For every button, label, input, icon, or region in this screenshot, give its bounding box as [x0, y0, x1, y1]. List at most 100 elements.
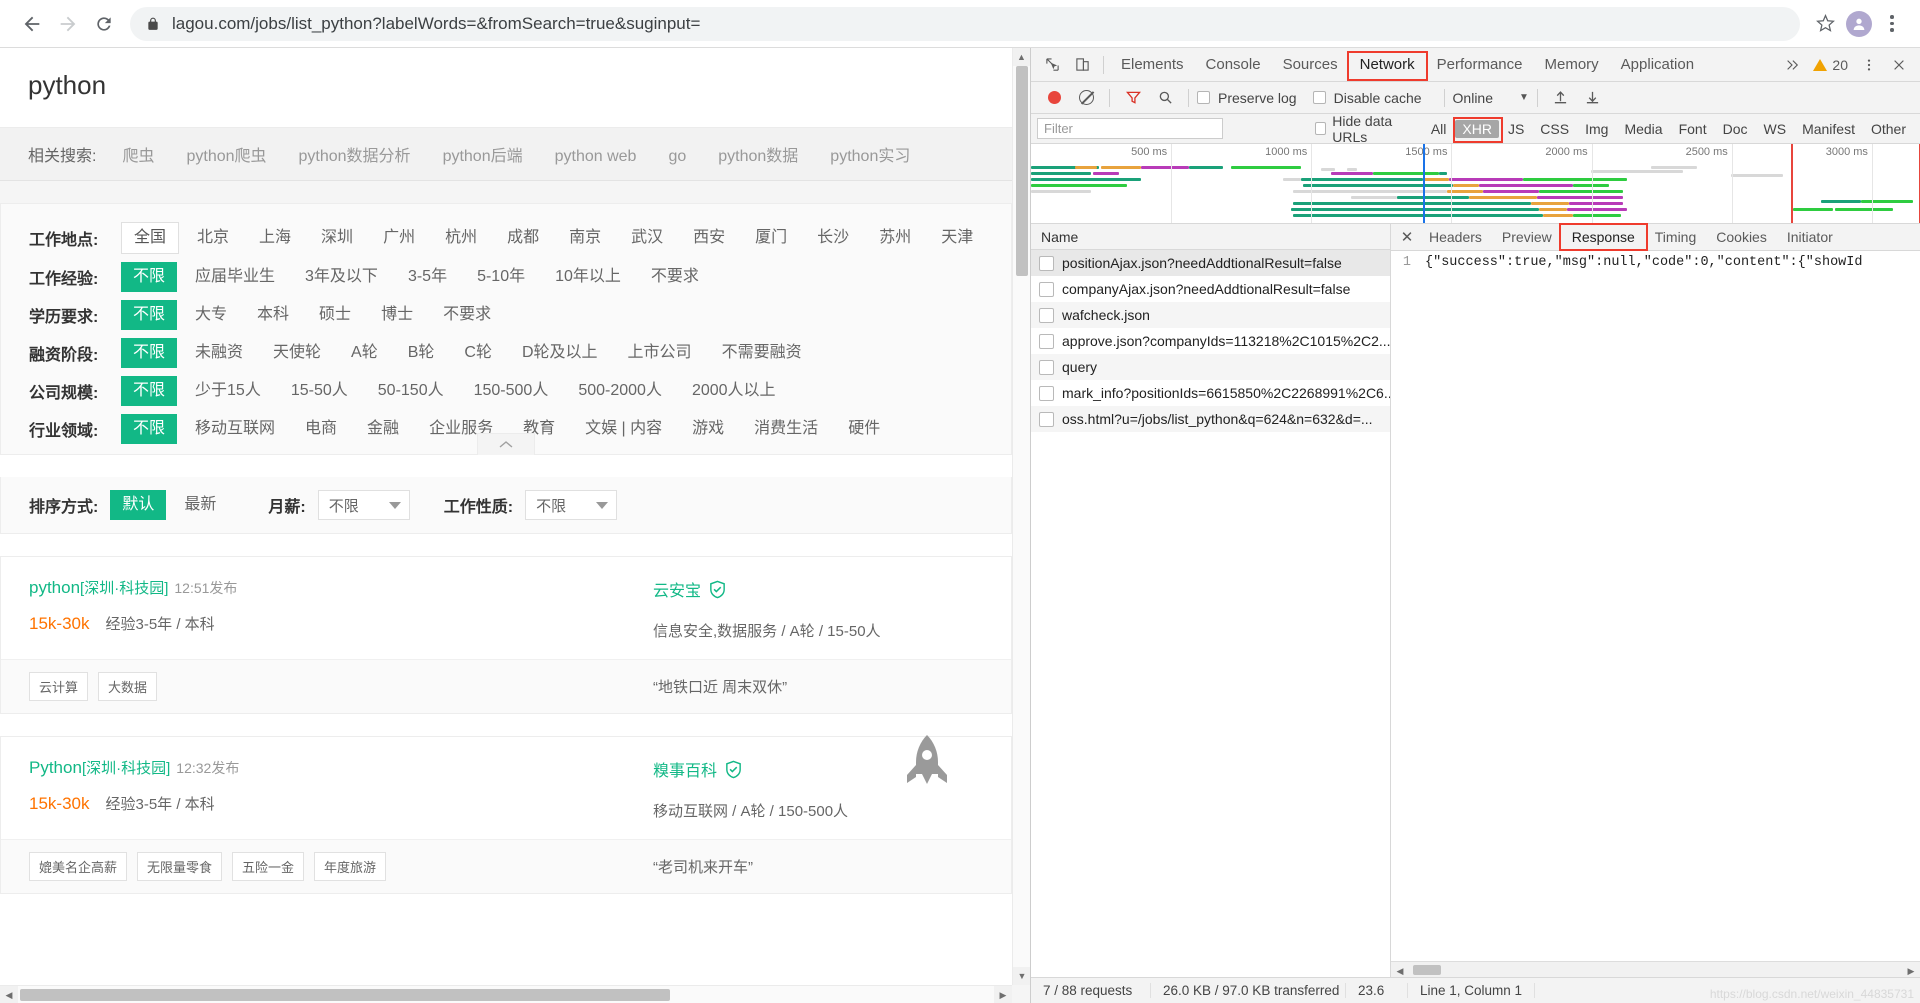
filter-funnel-icon[interactable] — [1118, 84, 1148, 112]
filter-chip[interactable]: 50-150人 — [366, 376, 456, 406]
filter-chip[interactable]: 长沙 — [805, 223, 861, 253]
detail-tab-cookies[interactable]: Cookies — [1706, 225, 1777, 250]
scroll-down-arrow-icon[interactable]: ▼ — [1013, 967, 1030, 985]
detail-tab-timing[interactable]: Timing — [1645, 225, 1707, 250]
request-checkbox-icon[interactable] — [1039, 281, 1054, 297]
company-name[interactable]: 糗事百科 — [653, 763, 717, 780]
request-checkbox-icon[interactable] — [1039, 385, 1054, 401]
filter-chip-selected[interactable]: 不限 — [121, 376, 178, 406]
filter-chip[interactable]: 深圳 — [309, 223, 365, 253]
filter-chip[interactable]: 未融资 — [183, 338, 255, 368]
resource-type-filter-other[interactable]: Other — [1864, 120, 1913, 138]
filter-chip[interactable]: 10年以上 — [543, 262, 633, 292]
request-row[interactable]: positionAjax.json?needAddtionalResult=fa… — [1031, 250, 1390, 276]
job-title[interactable]: Python — [29, 758, 82, 777]
disable-cache-checkbox[interactable] — [1312, 91, 1326, 104]
filter-chip[interactable]: 150-500人 — [462, 376, 561, 406]
filter-chip[interactable]: B轮 — [396, 338, 447, 368]
devtools-tab-network[interactable]: Network — [1349, 50, 1426, 80]
page-vertical-scrollbar[interactable]: ▲ ▼ — [1012, 48, 1030, 985]
filter-chip[interactable]: 成都 — [495, 223, 551, 253]
filter-chip[interactable]: 不要求 — [431, 300, 503, 330]
hide-data-urls-checkbox[interactable] — [1315, 122, 1327, 135]
devtools-tab-performance[interactable]: Performance — [1426, 50, 1534, 80]
filter-chip[interactable]: 硕士 — [307, 300, 363, 330]
network-waterfall-overview[interactable]: 500 ms 1000 ms 1500 ms 2000 ms 2500 ms 3000 m… — [1031, 144, 1920, 224]
filter-chip[interactable]: 天使轮 — [261, 338, 333, 368]
detail-tab-preview[interactable]: Preview — [1492, 225, 1562, 250]
filter-chip[interactable]: 广州 — [371, 223, 427, 253]
related-search-item[interactable]: python后端 — [443, 148, 523, 165]
request-row[interactable]: mark_info?positionIds=6615850%2C2268991%… — [1031, 380, 1390, 406]
throttle-select[interactable]: Online ▼ — [1453, 90, 1529, 106]
filter-input[interactable]: Filter — [1037, 118, 1224, 139]
back-arrow-icon[interactable] — [14, 6, 50, 42]
filter-chip[interactable]: 消费生活 — [742, 414, 830, 444]
job-card[interactable]: Python[深圳·科技园] 12:32发布 15k-30k 经验3-5年 / 本科 糗… — [0, 735, 1012, 894]
sort-newest-chip[interactable]: 最新 — [172, 490, 228, 520]
resource-type-filter-media[interactable]: Media — [1617, 120, 1669, 138]
scrollbar-thumb-horizontal[interactable] — [20, 989, 670, 1001]
scroll-right-arrow-icon[interactable]: ▶ — [994, 986, 1012, 1003]
resource-type-filter-ws[interactable]: WS — [1757, 120, 1794, 138]
request-row[interactable]: companyAjax.json?needAddtionalResult=fal… — [1031, 276, 1390, 302]
scrollbar-thumb-horizontal[interactable] — [1413, 965, 1441, 975]
star-icon[interactable] — [1810, 9, 1840, 39]
filter-chip-selected[interactable]: 全国 — [121, 222, 180, 254]
filter-chip-selected[interactable]: 不限 — [121, 338, 178, 368]
scroll-left-arrow-icon[interactable]: ◀ — [0, 986, 18, 1003]
job-card[interactable]: python[深圳·科技园] 12:51发布 15k-30k 经验3-5年 / 本科云… — [0, 556, 1012, 714]
devtools-tab-elements[interactable]: Elements — [1110, 50, 1195, 80]
filter-chip[interactable]: 游戏 — [680, 414, 736, 444]
filter-chip[interactable]: 上市公司 — [616, 338, 704, 368]
import-har-icon[interactable] — [1546, 84, 1576, 112]
filter-chip[interactable]: 少于15人 — [183, 376, 273, 406]
filter-chip[interactable]: 3-5年 — [396, 262, 459, 292]
filter-chip[interactable]: 3年及以下 — [293, 262, 390, 292]
resource-type-filter-xhr[interactable]: XHR — [1455, 119, 1499, 138]
kebab-menu-icon[interactable] — [1854, 51, 1884, 79]
filter-chip[interactable]: 不需要融资 — [710, 338, 814, 368]
filter-chip[interactable]: 博士 — [369, 300, 425, 330]
job-title[interactable]: python — [29, 578, 80, 597]
devtools-tab-application[interactable]: Application — [1610, 50, 1705, 80]
filter-chip[interactable]: 应届毕业生 — [183, 262, 287, 292]
request-checkbox-icon[interactable] — [1039, 255, 1054, 271]
filter-chip[interactable]: 本科 — [245, 300, 301, 330]
request-checkbox-icon[interactable] — [1039, 333, 1054, 349]
filter-chip[interactable]: 天津 — [929, 223, 985, 253]
filter-chip[interactable]: 2000人以上 — [680, 376, 788, 406]
response-body-view[interactable]: 1 {"success":true,"msg":null,"code":0,"c… — [1391, 251, 1920, 961]
filter-chip[interactable]: 苏州 — [867, 223, 923, 253]
reload-icon[interactable] — [86, 6, 122, 42]
clear-icon[interactable] — [1071, 84, 1101, 112]
request-row[interactable]: wafcheck.json — [1031, 302, 1390, 328]
filter-chip[interactable]: 杭州 — [433, 223, 489, 253]
salary-select[interactable]: 不限 — [317, 490, 410, 520]
filter-chip[interactable]: 500-2000人 — [566, 376, 674, 406]
warning-badge[interactable]: 20 — [1807, 57, 1854, 73]
request-checkbox-icon[interactable] — [1039, 307, 1054, 323]
resource-type-filter-all[interactable]: All — [1424, 120, 1454, 138]
resource-type-filter-font[interactable]: Font — [1672, 120, 1714, 138]
detail-tab-initiator[interactable]: Initiator — [1777, 225, 1843, 250]
company-name[interactable]: 云安宝 — [653, 583, 701, 600]
related-search-item[interactable]: 爬虫 — [122, 148, 154, 165]
filter-chip-selected[interactable]: 不限 — [121, 300, 178, 330]
detail-tab-headers[interactable]: Headers — [1419, 225, 1492, 250]
related-search-item[interactable]: python web — [555, 148, 637, 165]
close-icon[interactable] — [1884, 51, 1914, 79]
filter-chip[interactable]: 上海 — [247, 223, 303, 253]
jobtype-select[interactable]: 不限 — [525, 490, 618, 520]
kebab-menu-icon[interactable] — [1878, 9, 1906, 39]
profile-avatar-icon[interactable] — [1846, 10, 1872, 37]
sort-default-chip[interactable]: 默认 — [110, 490, 167, 520]
resource-type-filter-manifest[interactable]: Manifest — [1795, 120, 1862, 138]
filter-chip[interactable]: C轮 — [452, 338, 504, 368]
filter-chip[interactable]: 西安 — [681, 223, 737, 253]
detail-tab-response[interactable]: Response — [1562, 225, 1645, 250]
resource-type-filter-js[interactable]: JS — [1501, 120, 1531, 138]
chevron-double-right-icon[interactable] — [1777, 51, 1807, 79]
request-row[interactable]: oss.html?u=/jobs/list_python&q=624&n=632… — [1031, 406, 1390, 432]
request-checkbox-icon[interactable] — [1039, 411, 1054, 427]
